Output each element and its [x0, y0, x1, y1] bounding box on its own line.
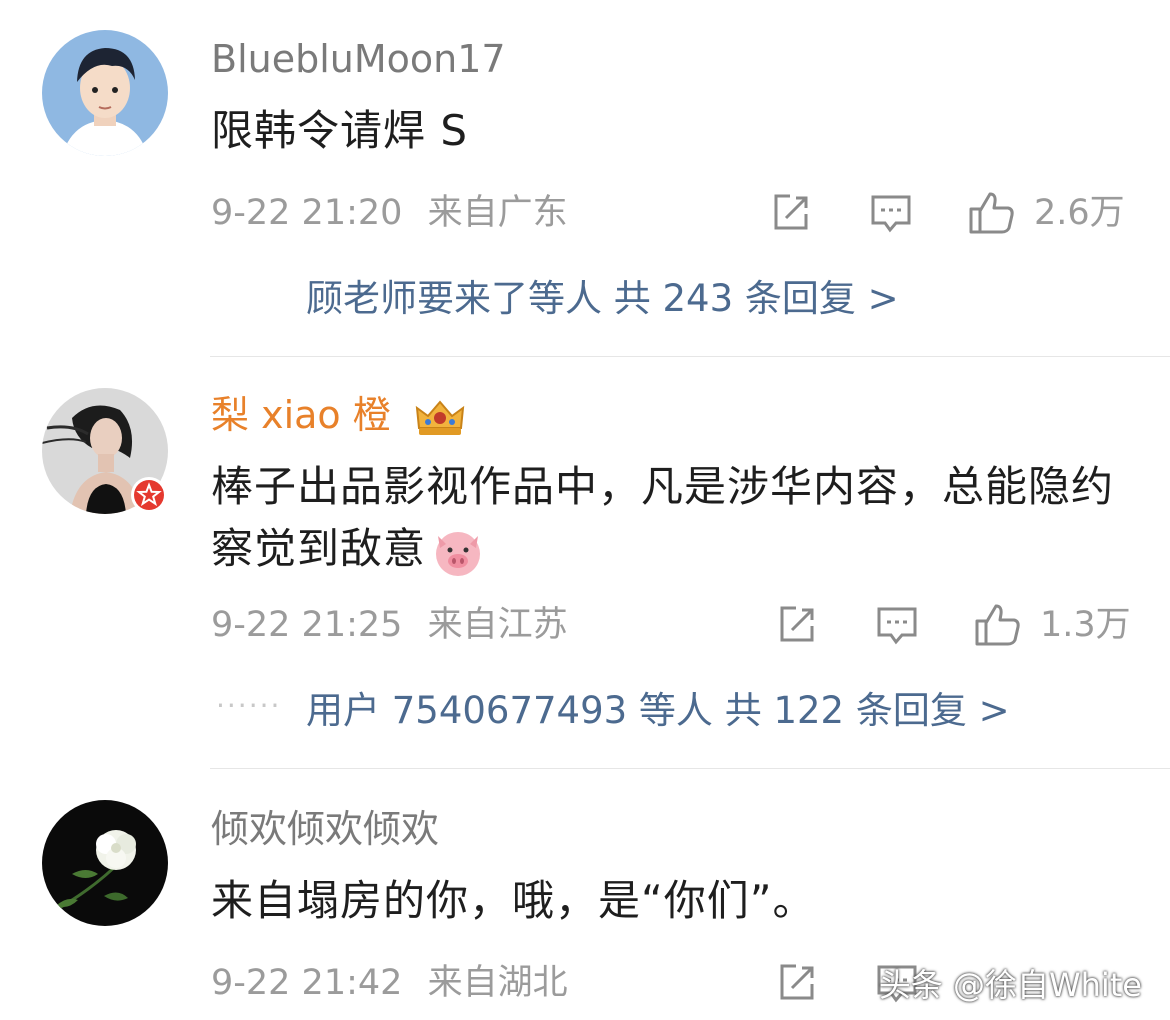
comment-meta: 9-22 21:20 来自广东	[211, 196, 582, 231]
comment-date: 9-22 21:20	[211, 193, 403, 233]
divider	[210, 356, 1170, 357]
comment-location: 来自广东	[427, 193, 568, 233]
share-icon[interactable]	[768, 190, 814, 236]
comment-icon[interactable]	[874, 602, 920, 648]
reply-dots: ······	[216, 689, 282, 722]
username[interactable]: 梨 xiao 橙	[211, 396, 467, 438]
comment-meta: 9-22 21:25 来自江苏	[211, 608, 582, 643]
comment-date: 9-22 21:25	[211, 605, 403, 645]
share-icon[interactable]	[774, 960, 820, 1006]
comment-actions: 1.3万	[760, 602, 1140, 648]
share-icon[interactable]	[774, 602, 820, 648]
comment-text: 来自塌房的你，哦，是“你们”。	[211, 876, 816, 925]
like-count: 1.3万	[1040, 605, 1131, 645]
avatar[interactable]	[42, 30, 168, 156]
comment-icon[interactable]	[868, 190, 914, 236]
thumbs-up-icon[interactable]	[968, 190, 1016, 236]
star-badge-icon	[130, 476, 168, 514]
reply-summary-link[interactable]: 用户 7540677493 等人 共 122 条回复 >	[306, 692, 1010, 729]
comment-date: 9-22 21:42	[211, 963, 403, 1003]
avatar[interactable]	[42, 800, 168, 926]
username[interactable]: 倾欢倾欢倾欢	[211, 810, 439, 848]
thumbs-up-icon[interactable]	[974, 602, 1022, 648]
comment-location: 来自湖北	[427, 963, 568, 1003]
comment-meta: 9-22 21:42 来自湖北	[211, 966, 582, 1001]
comment-text: 限韩令请焊 S	[211, 106, 469, 155]
pig-face-icon	[432, 526, 484, 578]
like-count: 2.6万	[1034, 193, 1125, 233]
username[interactable]: BluebluMoon17	[211, 40, 506, 78]
comment-actions: 2.6万	[760, 190, 1140, 236]
divider	[210, 768, 1170, 769]
watermark: 头条 @徐自White	[878, 966, 1142, 1004]
comment-location: 来自江苏	[427, 605, 568, 645]
crown-icon	[413, 398, 467, 438]
comment-text: 棒子出品影视作品中，凡是涉华内容，总能隐约察觉到敌意	[211, 456, 1141, 580]
reply-summary-link[interactable]: 顾老师要来了等人 共 243 条回复 >	[306, 280, 899, 317]
comment-text-content: 棒子出品影视作品中，凡是涉华内容，总能隐约察觉到敌意	[211, 462, 1115, 573]
username-text: 梨 xiao 橙	[211, 393, 391, 437]
